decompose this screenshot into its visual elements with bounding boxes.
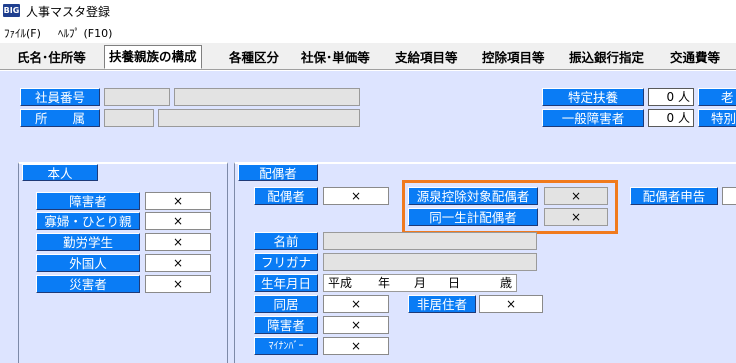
tab-transportation[interactable]: 交通費等 <box>665 46 725 68</box>
spouse-furigana-field[interactable] <box>323 253 537 271</box>
tab-categories[interactable]: 各種区分 <box>224 46 284 68</box>
tab-social-insurance[interactable]: 社保･単価等 <box>296 46 375 68</box>
spouse-name-field[interactable] <box>323 232 537 250</box>
spouse-birthdate-label: 生年月日 <box>254 274 318 292</box>
self-foreigner-label: 外国人 <box>36 254 140 272</box>
self-disabled-label: 障害者 <box>36 192 140 210</box>
department-code-field[interactable] <box>104 109 154 127</box>
birthdate-age-unit: 歳 <box>500 276 513 290</box>
department-name-display <box>158 109 360 127</box>
birthdate-era: 平成 <box>328 276 353 290</box>
app-logo-icon: BIG <box>3 4 20 17</box>
self-widow-single-parent-field[interactable]: × <box>145 212 211 230</box>
same-household-spouse-label: 同一生計配偶者 <box>408 208 538 226</box>
spouse-nonresident-field[interactable]: × <box>479 295 543 313</box>
spouse-declaration-label: 配偶者申告 <box>630 187 718 205</box>
spouse-mynumber-label: ﾏｲﾅﾝﾊﾞｰ <box>254 337 318 355</box>
elderly-label: 老 <box>698 88 736 106</box>
spouse-cohabit-label: 同居 <box>254 295 318 313</box>
self-foreigner-field[interactable]: × <box>145 254 211 272</box>
self-disaster-victim-field[interactable]: × <box>145 275 211 293</box>
spouse-disabled-label: 障害者 <box>254 316 318 334</box>
menu-file[interactable]: ﾌｧｲﾙ(F) <box>4 25 41 41</box>
self-widow-single-parent-label: 寡婦・ひとり親 <box>36 212 140 230</box>
spouse-field[interactable]: × <box>323 187 389 205</box>
window-title: 人事マスタ登録 <box>26 5 111 19</box>
spouse-name-label: 名前 <box>254 232 318 250</box>
tab-name-address[interactable]: 氏名･住所等 <box>12 46 91 68</box>
spouse-furigana-label: フリガナ <box>254 253 318 271</box>
spouse-declaration-field[interactable] <box>722 187 736 205</box>
department-label: 所 属 <box>20 109 100 127</box>
self-working-student-label: 勤労学生 <box>36 233 140 251</box>
self-disaster-victim-label: 災害者 <box>36 275 140 293</box>
spouse-nonresident-label: 非居住者 <box>408 295 476 313</box>
spouse-label: 配偶者 <box>254 187 318 205</box>
same-household-spouse-field[interactable]: × <box>544 208 608 226</box>
specific-dependent-count: 0 人 <box>648 88 694 106</box>
menu-help[interactable]: ﾍﾙﾌﾟ (F10) <box>58 25 112 41</box>
self-panel-title: 本人 <box>22 164 98 181</box>
self-disabled-field[interactable]: × <box>145 192 211 210</box>
spouse-mynumber-field[interactable]: × <box>323 337 389 355</box>
general-disabled-count: 0 人 <box>648 109 694 127</box>
self-working-student-field[interactable]: × <box>145 233 211 251</box>
tab-dependents[interactable]: 扶養親族の構成 <box>104 45 202 69</box>
employee-name-display <box>174 88 360 106</box>
withholding-spouse-field[interactable]: × <box>544 187 608 205</box>
main-area: 社員番号 所 属 特定扶養 0 人 老 一般障害者 0 人 特別 本人 障害者 … <box>0 71 736 363</box>
tab-bank-transfer[interactable]: 振込銀行指定 <box>564 46 649 68</box>
spouse-cohabit-field[interactable]: × <box>323 295 389 313</box>
spouse-panel-title: 配偶者 <box>238 164 318 181</box>
spouse-birthdate-field[interactable]: 平成 年 月 日 歳 <box>323 274 517 292</box>
birthdate-month-unit: 月 <box>414 276 427 290</box>
spouse-disabled-field[interactable]: × <box>323 316 389 334</box>
tab-bar: 氏名･住所等 扶養親族の構成 各種区分 社保･単価等 支給項目等 控除項目等 振… <box>0 43 736 70</box>
employee-no-label: 社員番号 <box>20 88 100 106</box>
birthdate-year-unit: 年 <box>378 276 391 290</box>
special-label: 特別 <box>698 109 736 127</box>
employee-no-field[interactable] <box>104 88 170 106</box>
menu-bar: ﾌｧｲﾙ(F) ﾍﾙﾌﾟ (F10) <box>0 22 736 41</box>
tab-payment-items[interactable]: 支給項目等 <box>390 46 463 68</box>
birthdate-day-unit: 日 <box>448 276 461 290</box>
specific-dependent-label: 特定扶養 <box>542 88 644 106</box>
general-disabled-label: 一般障害者 <box>542 109 644 127</box>
tab-deduction-items[interactable]: 控除項目等 <box>477 46 550 68</box>
withholding-spouse-label: 源泉控除対象配偶者 <box>408 187 538 205</box>
title-bar: BIG 人事マスタ登録 <box>0 0 736 22</box>
